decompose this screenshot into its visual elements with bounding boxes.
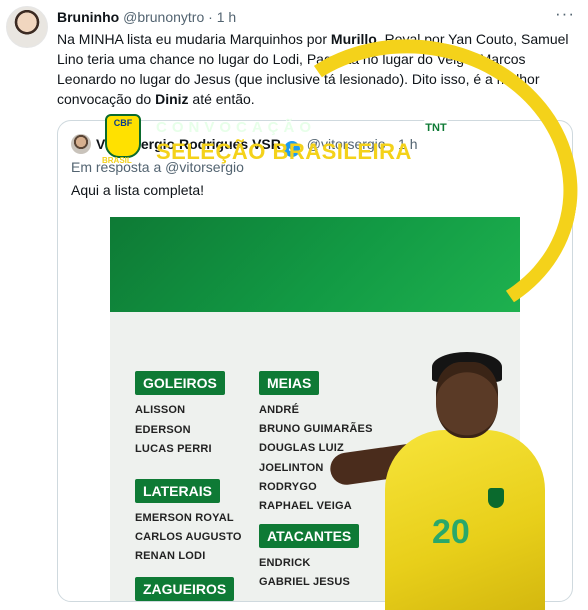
- player-name: LUCAS PERRI: [135, 443, 212, 455]
- separator-dot: ·: [208, 9, 213, 25]
- jersey-crest-icon: [488, 488, 504, 508]
- player-name: ALISSON: [135, 404, 186, 416]
- section-meias: MEIAS: [259, 371, 320, 395]
- player-name: ENDRICK: [259, 557, 311, 569]
- tweet-text-bold: Diniz: [155, 91, 189, 107]
- quoted-avatar[interactable]: [71, 134, 91, 154]
- cbf-crest-icon: CBF: [105, 114, 141, 158]
- broadcaster-logo-icon: TNT: [422, 114, 450, 142]
- brasil-label: BRASIL: [102, 156, 132, 165]
- tweet-text-part: Na MINHA lista eu mudaria Marquinhos por: [57, 31, 331, 47]
- more-dots-icon[interactable]: ···: [555, 4, 575, 24]
- section-goleiros: GOLEIROS: [135, 371, 225, 395]
- tweet-text-part: até então.: [188, 91, 255, 107]
- crest-text: CBF: [113, 118, 133, 128]
- section-laterais: LATERAIS: [135, 479, 220, 503]
- avatar[interactable]: [6, 6, 48, 48]
- jersey-number: 20: [432, 513, 470, 551]
- player-name: RAPHAEL VEIGA: [259, 500, 352, 512]
- tweet-time[interactable]: 1 h: [217, 9, 236, 25]
- poster-title: SELEÇÃO BRASILEIRA: [156, 139, 412, 164]
- player-name: EMERSON ROYAL: [135, 512, 234, 524]
- tweet-header: Bruninho @brunonytro · 1 h: [57, 8, 236, 26]
- athlete-head: [436, 362, 498, 438]
- player-name: GABRIEL JESUS: [259, 576, 351, 588]
- player-name: CARLOS AUGUSTO: [135, 531, 242, 543]
- player-name: DOUGLAS LUIZ: [259, 442, 344, 454]
- quoted-text: Aqui a lista completa!: [71, 182, 205, 198]
- section-atacantes: ATACANTES: [259, 524, 360, 548]
- section-zagueiros: ZAGUEIROS: [135, 577, 235, 601]
- player-name: RENAN LODI: [135, 550, 206, 562]
- author-handle[interactable]: @brunonytro: [123, 9, 204, 25]
- author-name[interactable]: Bruninho: [57, 9, 119, 25]
- player-name: EDERSON: [135, 424, 191, 436]
- poster-subtitle: CONVOCAÇÃO: [156, 119, 317, 136]
- player-name: BRUNO GUIMARÃES: [259, 423, 373, 435]
- player-name: ANDRÉ: [259, 404, 300, 416]
- player-name: JOELINTON: [259, 462, 324, 474]
- player-name: RODRYGO: [259, 481, 317, 493]
